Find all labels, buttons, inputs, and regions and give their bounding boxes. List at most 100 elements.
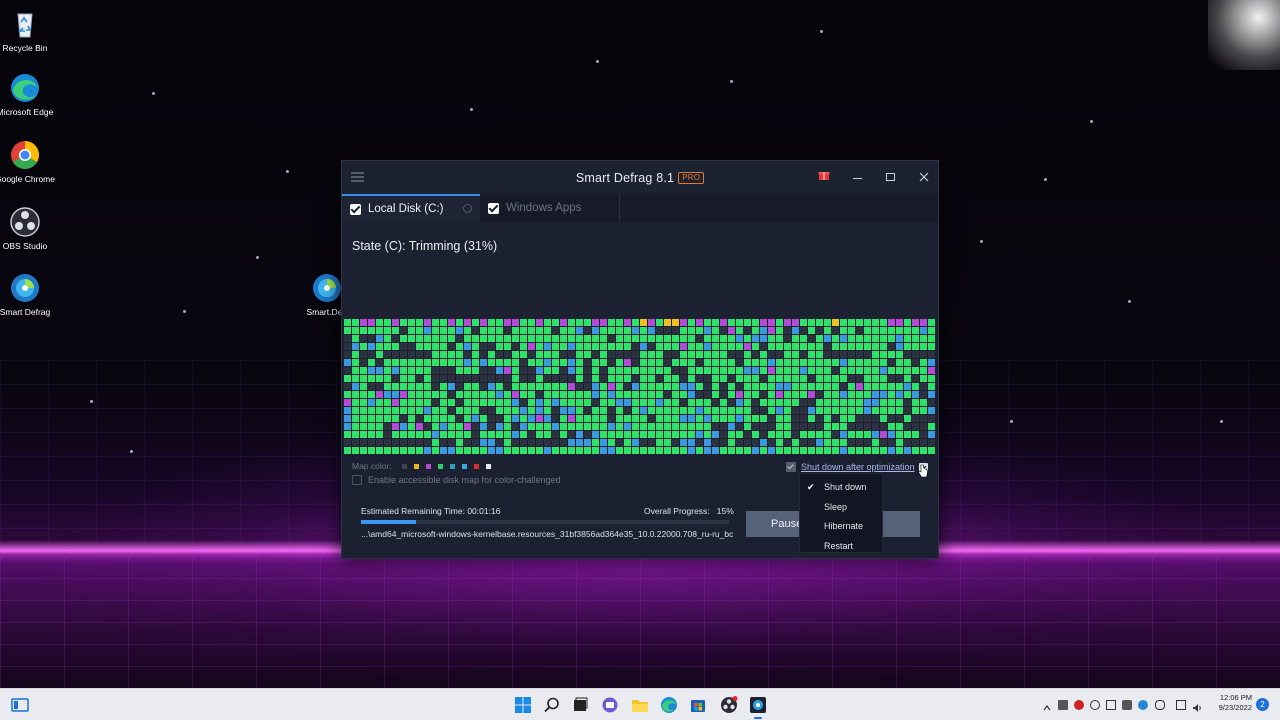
disk-block [360,351,367,358]
disk-block [696,415,703,422]
shutdown-after-option[interactable]: Shut down after optimization [786,462,928,472]
chevron-up-icon[interactable] [1042,700,1052,711]
disk-block [776,327,783,334]
accessible-map-option[interactable]: Enable accessible disk map for color-cha… [352,475,561,485]
menu-item-restart[interactable]: Restart [800,537,882,557]
desktop-icon-obs[interactable]: OBS Studio [0,206,58,251]
task-view-icon[interactable] [571,696,589,714]
desktop-icon-smart-defrag[interactable]: Smart Defrag [0,272,58,317]
menu-item-hibernate[interactable]: Hibernate [800,517,882,537]
disk-block [680,447,687,454]
disk-block [880,343,887,350]
minimize-button[interactable] [850,169,866,185]
menu-item-sleep[interactable]: Sleep [800,498,882,518]
microphone-icon[interactable] [1155,700,1165,710]
disk-block [928,343,935,350]
disk-block [680,431,687,438]
disk-block [632,319,639,326]
disk-block [456,439,463,446]
disk-block [760,423,767,430]
disk-block [912,447,919,454]
desktop-icon-edge[interactable]: Microsoft Edge [0,72,58,117]
maximize-button[interactable] [883,169,899,185]
disk-block [864,351,871,358]
disk-block [408,439,415,446]
disk-block [376,447,383,454]
desktop-icon-recycle-bin[interactable]: Recycle Bin [0,8,58,53]
disk-block [360,423,367,430]
disk-block [520,351,527,358]
disk-block [480,399,487,406]
gift-icon[interactable] [816,169,832,185]
disk-block [752,375,759,382]
disk-block [456,383,463,390]
file-explorer-icon[interactable] [631,696,649,714]
recording-icon[interactable] [1074,700,1084,710]
disk-block [784,375,791,382]
usb-icon[interactable] [1058,700,1068,710]
shutdown-checkbox[interactable] [786,462,796,472]
disk-block [352,391,359,398]
tab-checkbox[interactable] [488,202,499,214]
disk-block [928,319,935,326]
disk-block [512,407,519,414]
disk-block [888,431,895,438]
system-clock[interactable]: 12:06 PM 9/23/2022 [1208,693,1252,713]
network-icon[interactable] [1176,700,1186,710]
disk-block [768,399,775,406]
disk-block [456,431,463,438]
smart-defrag-tray-icon[interactable] [1138,700,1148,710]
disk-block [648,359,655,366]
disk-block [376,383,383,390]
disk-block [800,399,807,406]
disk-block [720,423,727,430]
disk-block [464,327,471,334]
tab-windows-apps[interactable]: Windows Apps [480,194,620,222]
volume-icon[interactable] [1192,700,1202,712]
disk-block [368,415,375,422]
obs-taskbar-icon[interactable] [720,696,738,714]
tab-local-disk[interactable]: Local Disk (C:) [342,194,480,222]
disk-block [488,335,495,342]
chat-icon[interactable] [601,696,619,714]
disk-block [760,407,767,414]
show-desktop-icon[interactable] [11,696,29,714]
webcam-icon[interactable] [1090,700,1100,710]
disk-block [632,327,639,334]
shutdown-link[interactable]: Shut down after optimization [801,462,915,472]
edge-taskbar-icon[interactable] [660,696,678,714]
disk-block [552,343,559,350]
disk-block [688,391,695,398]
disk-block [480,431,487,438]
disk-block [904,375,911,382]
store-icon[interactable] [689,696,707,714]
disk-block [656,407,663,414]
start-button-icon[interactable] [514,696,532,714]
title-bar[interactable]: Smart Defrag 8.1 PRO [342,161,938,194]
disk-block [760,343,767,350]
search-icon[interactable] [543,696,561,714]
menu-item-shut-down[interactable]: ✔ Shut down [800,478,882,498]
disk-block [640,407,647,414]
disk-block [400,399,407,406]
desktop-icon-chrome[interactable]: Google Chrome [0,139,58,184]
disk-block [912,359,919,366]
tab-settings-icon[interactable] [463,204,472,213]
accessible-map-checkbox[interactable] [352,475,362,485]
notification-badge[interactable]: 2 [1256,698,1269,711]
map-color-swatch [461,463,467,469]
keyboard-icon[interactable] [1106,700,1116,710]
tab-checkbox[interactable] [350,203,361,215]
app-tray-icon[interactable] [1122,700,1132,710]
disk-block [752,343,759,350]
disk-block [400,439,407,446]
disk-block [528,367,535,374]
disk-block [920,415,927,422]
disk-block [592,335,599,342]
disk-block [824,367,831,374]
close-button[interactable] [916,169,932,185]
disk-block [344,391,351,398]
disk-block [776,319,783,326]
smart-defrag-taskbar-icon[interactable] [749,696,767,719]
disk-block [816,439,823,446]
